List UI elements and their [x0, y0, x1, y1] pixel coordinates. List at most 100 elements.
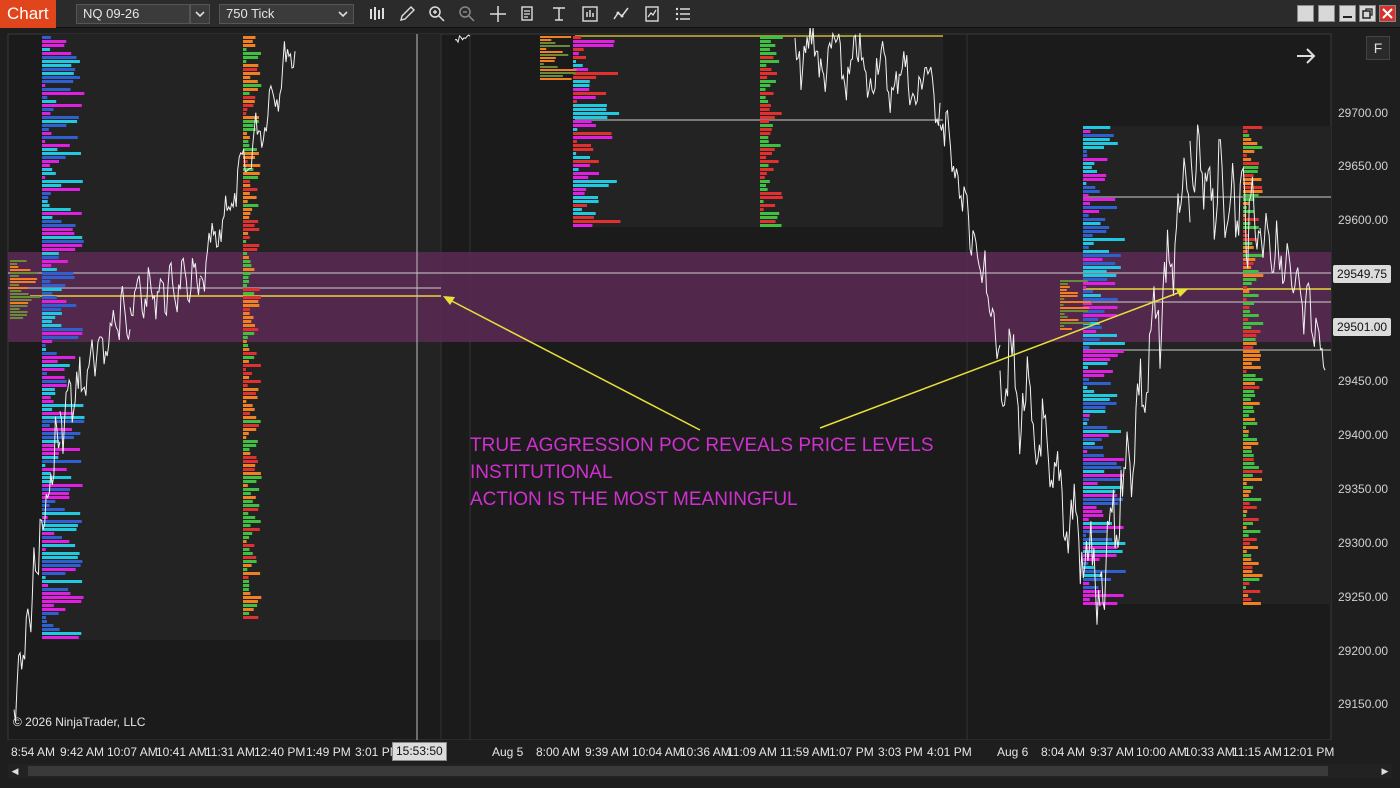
scroll-right-icon[interactable]: ▶: [1378, 764, 1392, 778]
profile-bar: [243, 504, 260, 507]
profile-bar: [1243, 386, 1260, 389]
profile-bar: [243, 572, 261, 575]
profile-bar: [573, 84, 590, 87]
time-axis[interactable]: 8:54 AM 9:42 AM 10:07 AM 10:41 AM 11:31 …: [0, 740, 1335, 762]
profile-bar: [42, 104, 82, 107]
profile-bar: [760, 176, 765, 179]
profile-bar: [243, 292, 255, 295]
profile-bar: [42, 164, 50, 167]
close-icon[interactable]: [1379, 5, 1396, 22]
chart-toolbar: Chart NQ 09-26 750 Tick: [0, 0, 1400, 28]
profile-bar: [573, 112, 620, 115]
profile-bar: [243, 376, 250, 379]
profile-bar: [1083, 574, 1103, 577]
chart-properties-icon[interactable]: [548, 4, 570, 24]
arrow-right-icon[interactable]: [1294, 44, 1318, 68]
profile-bar: [1083, 378, 1089, 381]
profile-bar: [42, 480, 53, 483]
profile-bar: [760, 136, 769, 139]
scroll-thumb[interactable]: [28, 766, 1328, 776]
profile-bar: [573, 80, 590, 83]
chart-tab[interactable]: Chart: [0, 0, 56, 28]
bar-type-icon[interactable]: [366, 4, 388, 24]
profile-bar: [573, 172, 599, 175]
profile-bar: [243, 52, 261, 55]
profile-bar: [42, 248, 76, 251]
window-tile-icon[interactable]: [1297, 5, 1314, 22]
profile-bar: [243, 352, 257, 355]
scroll-left-icon[interactable]: ◀: [8, 764, 22, 778]
profile-bar: [1083, 298, 1118, 301]
profile-bar: [42, 312, 62, 315]
profile-bar: [42, 620, 47, 623]
profile-bar: [1083, 190, 1100, 193]
horizontal-scrollbar[interactable]: ◀ ▶: [8, 764, 1392, 778]
profile-bar: [42, 456, 59, 459]
instrument-selector[interactable]: NQ 09-26: [76, 4, 190, 24]
profile-bar: [243, 476, 262, 479]
f-button[interactable]: F: [1366, 36, 1390, 60]
minimize-icon[interactable]: [1339, 5, 1356, 22]
profile-bar: [1083, 474, 1124, 477]
profile-bar: [243, 148, 257, 151]
profile-bar: [42, 512, 81, 515]
profile-bar: [42, 84, 46, 87]
profile-bar: [760, 96, 766, 99]
profile-bar: [1083, 538, 1113, 541]
restore-icon[interactable]: [1359, 5, 1376, 22]
time-label: 9:42 AM: [60, 745, 105, 759]
profile-bar: [573, 64, 583, 67]
profile-bar: [1243, 278, 1257, 281]
profile-bar: [243, 512, 249, 515]
templates-icon[interactable]: [579, 4, 601, 24]
profile-bar: [1243, 318, 1248, 321]
price-axis[interactable]: 29700.00 29650.00 29600.00 29450.00 2940…: [1331, 34, 1400, 740]
instrument-dropdown-button[interactable]: [190, 4, 210, 24]
profile-bar: [243, 196, 257, 199]
profile-bar: [1243, 158, 1252, 161]
profile-bar: [760, 44, 776, 47]
profile-bar: [42, 632, 82, 635]
chevron-down-icon: [337, 5, 349, 29]
profile-bar: [42, 560, 83, 563]
profile-bar: [42, 336, 79, 339]
profile-bar: [42, 540, 70, 543]
interval-selector[interactable]: 750 Tick: [219, 4, 354, 24]
profile-bar: [42, 308, 62, 311]
profile-bar: [760, 60, 780, 63]
data-box-icon[interactable]: [517, 4, 539, 24]
profile-bar: [42, 44, 65, 47]
crosshair-icon[interactable]: [487, 4, 509, 24]
profile-bar: [42, 488, 71, 491]
profile-bar: [42, 500, 56, 503]
profile-bar: [243, 288, 260, 291]
profile-bar: [243, 608, 254, 611]
profile-bar: [42, 448, 80, 451]
profile-bar: [243, 332, 255, 335]
profile-bar: [42, 52, 72, 55]
profile-bar: [540, 45, 570, 47]
profile-bar: [10, 272, 38, 274]
time-label: 10:07 AM: [107, 745, 158, 759]
price-tick: 29250.00: [1338, 590, 1389, 604]
strategies-icon[interactable]: [610, 4, 632, 24]
price-chart-panel[interactable]: [0, 28, 1400, 740]
profile-bar: [760, 188, 768, 191]
time-label: 12:01 PM: [1283, 745, 1335, 759]
profile-bar: [1243, 146, 1263, 149]
time-label: 10:00 AM: [1136, 745, 1187, 759]
profile-bar: [243, 272, 251, 275]
time-label: 10:33 AM: [1184, 745, 1235, 759]
profile-bar: [1083, 430, 1121, 433]
profile-bar: [243, 368, 246, 371]
zoom-in-icon[interactable]: [426, 4, 448, 24]
object-list-icon[interactable]: [672, 4, 694, 24]
profile-bar: [1083, 594, 1124, 597]
profile-bar: [42, 120, 78, 123]
zoom-out-icon[interactable]: [456, 4, 478, 24]
draw-pencil-icon[interactable]: [396, 4, 418, 24]
indicators-icon[interactable]: [641, 4, 663, 24]
window-menu-icon[interactable]: [1318, 5, 1335, 22]
profile-bar: [10, 269, 31, 271]
time-label: 11:15 AM: [1232, 745, 1282, 759]
